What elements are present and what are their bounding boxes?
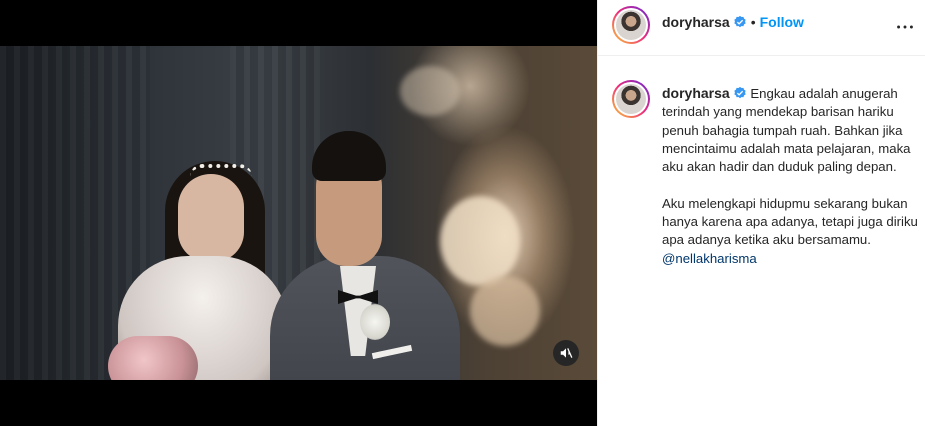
separator-dot: •: [750, 14, 756, 30]
mention-link[interactable]: @nellakharisma: [662, 251, 757, 266]
verified-badge-icon: [734, 86, 746, 99]
bride-face: [178, 174, 244, 262]
bouquet: [108, 336, 198, 380]
caption-username-link[interactable]: doryharsa: [662, 85, 730, 101]
bokeh-light: [440, 196, 520, 286]
verified-badge-icon: [734, 15, 746, 28]
header-user-line: doryharsa • Follow: [662, 14, 804, 32]
follow-button[interactable]: Follow: [760, 14, 804, 30]
caption-paragraph: Aku melengkapi hidupmu sekarang bukan ha…: [662, 195, 918, 268]
more-options-icon[interactable]: [894, 16, 916, 38]
bokeh-light: [470, 276, 540, 346]
post-caption: doryharsa Engkau adalah anugerah terinda…: [662, 84, 918, 268]
bokeh-light: [400, 66, 460, 116]
post-header: doryharsa • Follow: [598, 0, 925, 56]
avatar[interactable]: [612, 6, 650, 44]
boutonniere: [360, 304, 390, 340]
caption-paragraph: doryharsa Engkau adalah anugerah terinda…: [662, 84, 918, 176]
post-side-panel: doryharsa • Follow doryharsa Engkau adalah…: [597, 0, 925, 426]
speaker-muted-icon: [560, 348, 573, 358]
video-player[interactable]: [0, 46, 597, 380]
groom-hair: [312, 131, 386, 181]
username-link[interactable]: doryharsa: [662, 14, 730, 30]
mute-button[interactable]: [553, 340, 579, 366]
media-pane: [0, 0, 597, 426]
caption-avatar[interactable]: [612, 80, 650, 118]
caption-text: Aku melengkapi hidupmu sekarang bukan ha…: [662, 195, 918, 248]
tiara: [190, 164, 252, 178]
